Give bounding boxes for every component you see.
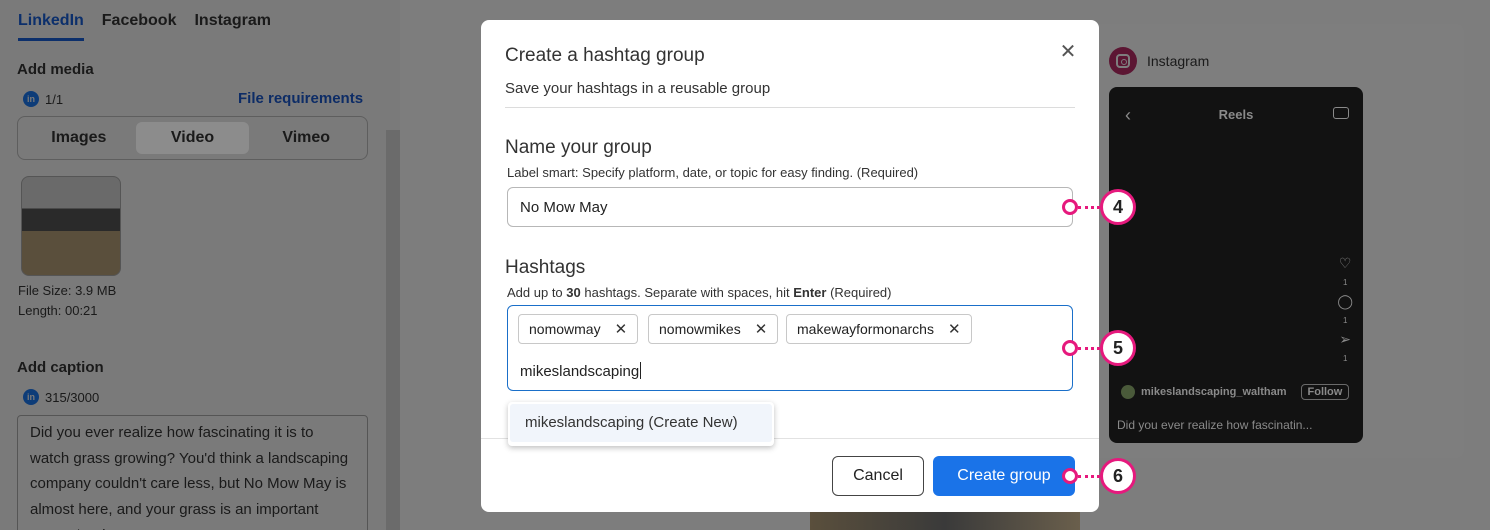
hashtags-max: 30	[566, 285, 581, 300]
file-size: File Size: 3.9 MB	[18, 283, 117, 298]
callout-anchor-dot	[1062, 340, 1078, 356]
like-count: 1	[1342, 278, 1348, 287]
tab-instagram[interactable]: Instagram	[194, 12, 270, 41]
linkedin-icon: in	[23, 91, 39, 107]
camera-icon	[1333, 107, 1349, 119]
hashtags-input[interactable]: nomowmay ✕ nomowmikes ✕ makewayformonarc…	[507, 305, 1073, 391]
close-icon[interactable]: ✕	[1056, 40, 1080, 64]
preview-network-name: Instagram	[1147, 53, 1210, 69]
share-count: 1	[1342, 354, 1348, 363]
group-name-help: Label smart: Specify platform, date, or …	[507, 165, 919, 180]
media-counter: in 1/1	[23, 91, 63, 107]
hashtag-chip-label: nomowmay	[529, 321, 601, 337]
cancel-button[interactable]: Cancel	[832, 456, 924, 496]
dialog-subtitle: Save your hashtags in a reusable group	[505, 80, 771, 97]
group-name-label: Name your group	[505, 137, 652, 158]
heart-icon: ♡	[1338, 255, 1352, 271]
remove-chip-icon[interactable]: ✕	[948, 320, 961, 338]
create-new-hashtag-option[interactable]: mikeslandscaping (Create New)	[510, 404, 772, 442]
reel-caption: Did you ever realize how fascinatin...	[1117, 418, 1313, 432]
segment-images[interactable]: Images	[22, 122, 136, 154]
hashtags-help-text: (Required)	[826, 285, 892, 300]
add-media-title: Add media	[17, 61, 94, 78]
enter-key-hint: Enter	[793, 285, 827, 300]
callout-connector	[1078, 347, 1100, 350]
reels-preview: ‹ Reels ♡ 1 ◯ 1 ➢ 1 mikeslandscaping_waltha…	[1109, 87, 1363, 443]
callout-4: 4	[1100, 189, 1136, 225]
video-length: Length: 00:21	[18, 303, 98, 318]
reel-actions: ♡ 1 ◯ 1 ➢ 1	[1337, 255, 1353, 363]
caption-counter: in 315/3000	[23, 389, 99, 405]
dialog-title: Create a hashtag group	[505, 45, 705, 66]
hashtag-chip: nomowmikes ✕	[648, 314, 779, 344]
hashtag-chip: nomowmay ✕	[518, 314, 639, 344]
caption-textarea[interactable]: Did you ever realize how fascinating it …	[17, 415, 368, 530]
hashtags-label: Hashtags	[505, 257, 586, 278]
file-requirements-link[interactable]: File requirements	[238, 90, 363, 107]
callout-anchor-dot	[1062, 199, 1078, 215]
hashtag-chip-label: nomowmikes	[659, 321, 741, 337]
callout-connector	[1078, 206, 1100, 209]
group-name-input[interactable]	[507, 187, 1073, 227]
callout-anchor-dot	[1062, 468, 1078, 484]
linkedin-icon: in	[23, 389, 39, 405]
center-media-preview	[810, 510, 1080, 530]
hashtag-suggestion-dropdown: mikeslandscaping (Create New)	[508, 402, 774, 446]
hashtags-help: Add up to 30 hashtags. Separate with spa…	[507, 285, 891, 300]
media-type-selector: Images Video Vimeo	[17, 116, 368, 160]
remove-chip-icon[interactable]: ✕	[615, 320, 628, 338]
hashtags-help-text: hashtags. Separate with spaces, hit	[580, 285, 794, 300]
avatar	[1121, 385, 1135, 399]
add-caption-title: Add caption	[17, 359, 104, 376]
callout-6: 6	[1100, 458, 1136, 494]
video-thumbnail[interactable]	[21, 176, 121, 276]
remove-chip-icon[interactable]: ✕	[755, 320, 768, 338]
tab-facebook[interactable]: Facebook	[102, 12, 177, 41]
comment-count: 1	[1342, 316, 1348, 325]
segment-vimeo[interactable]: Vimeo	[249, 122, 363, 154]
reels-title: Reels	[1218, 107, 1254, 122]
callout-connector	[1078, 475, 1100, 478]
tab-linkedin[interactable]: LinkedIn	[18, 12, 84, 41]
follow-button: Follow	[1300, 384, 1350, 400]
preview-header: Instagram	[1109, 47, 1209, 75]
create-group-button[interactable]: Create group	[933, 456, 1075, 496]
network-tabs: LinkedIn Facebook Instagram	[18, 12, 271, 41]
hashtags-help-text: Add up to	[507, 285, 567, 300]
reel-user-row: mikeslandscaping_waltham Follow	[1121, 384, 1350, 400]
comment-icon: ◯	[1337, 293, 1353, 309]
hashtag-chip: makewayformonarchs ✕	[786, 314, 972, 344]
left-panel-scrollbar[interactable]	[386, 130, 400, 530]
instagram-icon	[1109, 47, 1137, 75]
send-icon: ➢	[1339, 331, 1352, 347]
hashtag-chip-label: makewayformonarchs	[797, 321, 934, 337]
segment-video[interactable]: Video	[135, 122, 250, 154]
post-editor-panel: LinkedIn Facebook Instagram Add media in…	[0, 0, 400, 530]
callout-5: 5	[1100, 330, 1136, 366]
media-counter-value: 1/1	[45, 91, 64, 107]
divider	[505, 107, 1075, 108]
hashtag-text-entry[interactable]: mikeslandscaping	[520, 362, 641, 380]
caption-counter-value: 315/3000	[45, 389, 100, 405]
reel-username: mikeslandscaping_waltham	[1141, 386, 1287, 398]
